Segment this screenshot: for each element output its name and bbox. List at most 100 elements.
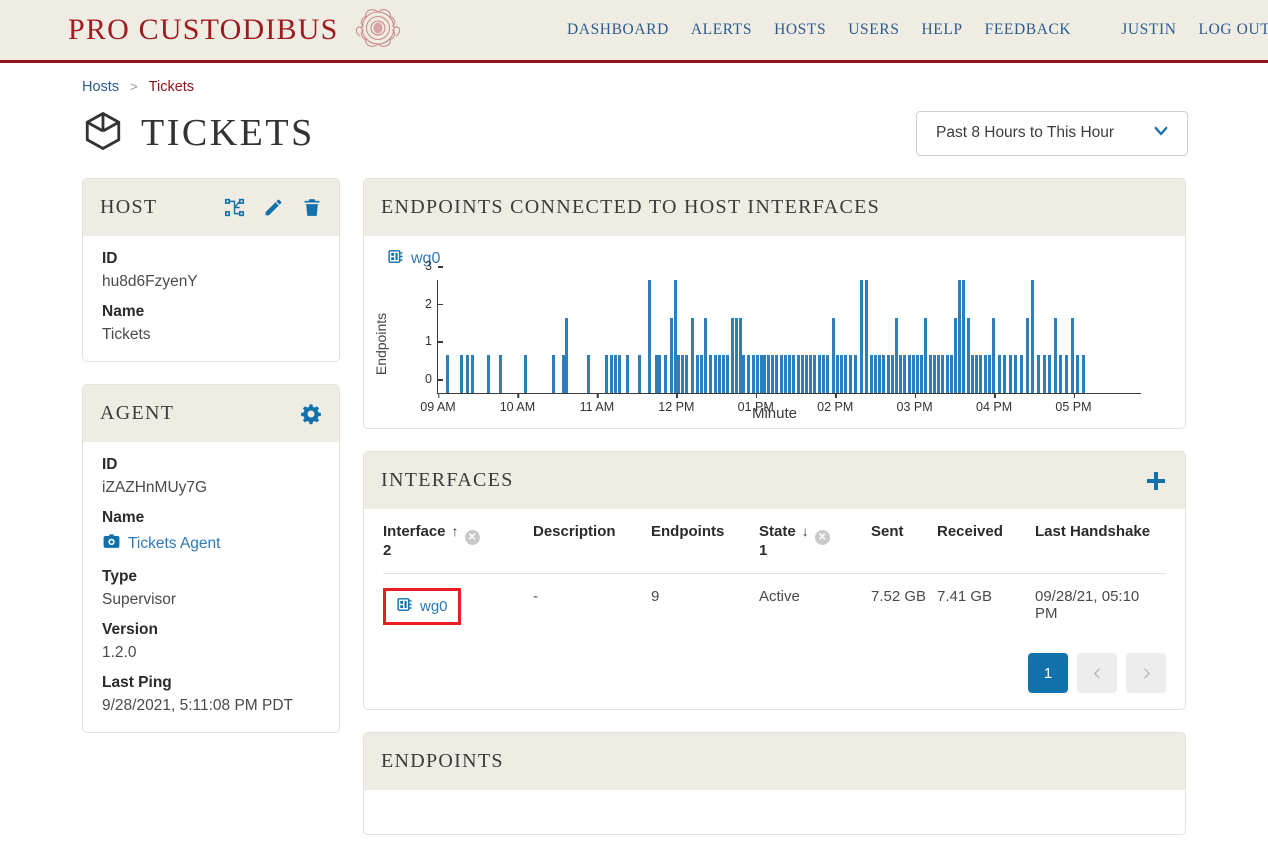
nav-item-help[interactable]: HELP — [910, 21, 973, 39]
nav-item-alerts[interactable]: ALERTS — [680, 21, 763, 39]
chart-card-header: ENDPOINTS CONNECTED TO HOST INTERFACES — [364, 179, 1185, 236]
chart-bar — [617, 355, 621, 393]
nav-item-feedback[interactable]: FEEDBACK — [974, 21, 1083, 39]
chart-bar — [916, 355, 920, 393]
chart-bar — [796, 355, 800, 393]
chart-bar — [928, 355, 932, 393]
nav-item-hosts[interactable]: HOSTS — [763, 21, 837, 39]
sort-descending-icon[interactable]: ↓ — [802, 523, 809, 539]
chart-bar — [800, 355, 804, 393]
trash-delete-icon[interactable] — [302, 197, 322, 218]
previous-page-button[interactable] — [1077, 653, 1117, 693]
chart-bar — [1025, 317, 1029, 393]
nav-item-logout[interactable]: LOG OUT — [1188, 21, 1268, 39]
page-title-row: TICKETS Past 8 Hours to This Hour — [82, 104, 1188, 162]
chart-bar — [882, 355, 886, 393]
chart-bar — [903, 355, 907, 393]
chart-bar — [609, 355, 613, 393]
chart-ytick: 2 — [425, 297, 443, 311]
time-range-select[interactable]: Past 8 Hours to This Hour — [916, 110, 1188, 156]
chart-bar — [1031, 280, 1035, 393]
column-last-handshake[interactable]: Last Handshake — [1035, 509, 1166, 574]
chart-bar — [1008, 355, 1012, 393]
column-sent[interactable]: Sent — [871, 509, 937, 574]
column-endpoints[interactable]: Endpoints — [651, 509, 759, 574]
chart-ytick: 1 — [425, 334, 443, 348]
chart-bar — [446, 355, 450, 393]
brand-name: PRO CUSTODIBUS — [68, 13, 339, 46]
interfaces-card-title: INTERFACES — [381, 469, 514, 491]
remove-interface-sort-icon[interactable]: ✕ — [464, 530, 480, 545]
chart-bar — [755, 355, 759, 393]
column-interface[interactable]: Interface 2 ↑ ✕ — [383, 509, 533, 574]
cell-last-handshake: 09/28/21, 05:10 PM — [1035, 588, 1140, 622]
chart-bar — [680, 355, 684, 393]
table-header-row: Interface 2 ↑ ✕ Description Endpoints St… — [383, 509, 1166, 574]
agent-name-label: Name — [102, 509, 145, 526]
column-interface-rank: 2 — [383, 542, 392, 559]
chart-bar — [669, 317, 673, 393]
chart-bar — [1003, 355, 1007, 393]
interfaces-card-header: INTERFACES — [364, 452, 1185, 509]
nav-item-user-justin[interactable]: JUSTIN — [1110, 21, 1187, 39]
column-description[interactable]: Description — [533, 509, 651, 574]
table-row: wg0 - 9 Active 7.52 GB 7.41 GB 09/28/21,… — [383, 574, 1166, 640]
chart-bar — [873, 355, 877, 393]
column-interface-label: Interface — [383, 523, 446, 540]
agent-id-value: iZAZHnMUy7G — [102, 479, 208, 496]
breadcrumb-hosts[interactable]: Hosts — [82, 79, 119, 95]
chart-bar — [911, 355, 915, 393]
interface-link-wg0[interactable]: wg0 — [383, 588, 461, 625]
agent-last-ping-label: Last Ping — [102, 674, 172, 691]
column-state[interactable]: State 1 ↓ ✕ — [759, 509, 871, 574]
chart-bar — [466, 355, 470, 393]
chart-bar — [958, 280, 962, 393]
brand-logo[interactable]: PRO CUSTODIBUS — [68, 5, 404, 56]
plus-add-icon[interactable] — [1144, 469, 1168, 493]
host-id-value: hu8d6FzyenY — [102, 273, 198, 290]
chart-bar — [604, 355, 608, 393]
agent-name-link[interactable]: Tickets Agent — [102, 532, 220, 556]
chart-bar — [966, 317, 970, 393]
chart-bar — [804, 355, 808, 393]
sort-ascending-icon[interactable]: ↑ — [452, 523, 459, 539]
chart-bar — [1065, 355, 1069, 393]
chart-bar — [869, 355, 873, 393]
agent-card-header: AGENT — [83, 385, 339, 442]
remove-state-sort-icon[interactable]: ✕ — [814, 530, 830, 545]
chart-bar — [1020, 355, 1024, 393]
agent-icon — [102, 532, 121, 556]
chart-bar — [835, 355, 839, 393]
chart-bar — [932, 355, 936, 393]
interface-chip-icon — [396, 596, 413, 617]
time-range-value: Past 8 Hours to This Hour — [936, 124, 1115, 141]
right-column: ENDPOINTS CONNECTED TO HOST INTERFACES w… — [363, 178, 1186, 857]
gear-icon[interactable] — [300, 403, 322, 425]
page-1-button[interactable]: 1 — [1028, 653, 1068, 693]
chart-bar — [779, 355, 783, 393]
main-content: HOST ID hu8d6FzyenY Name Tickets AGENT I… — [82, 178, 1188, 857]
nav-item-users[interactable]: USERS — [837, 21, 910, 39]
endpoints-card-title: ENDPOINTS — [381, 750, 504, 772]
column-endpoints-label: Endpoints — [651, 523, 725, 540]
chart-bar — [709, 355, 713, 393]
edit-pencil-icon[interactable] — [263, 197, 284, 218]
left-column: HOST ID hu8d6FzyenY Name Tickets AGENT I… — [82, 178, 340, 755]
chart-bar — [1081, 355, 1085, 393]
chart-bar — [459, 355, 463, 393]
agent-type-value: Supervisor — [102, 591, 177, 608]
chart-bar — [775, 355, 779, 393]
chart-bar — [587, 355, 591, 393]
endpoints-chart-card: ENDPOINTS CONNECTED TO HOST INTERFACES w… — [363, 178, 1186, 429]
host-card-title: HOST — [100, 196, 158, 218]
nav-item-dashboard[interactable]: DASHBOARD — [556, 21, 680, 39]
breadcrumb-separator: > — [130, 79, 138, 94]
chart-bar — [817, 355, 821, 393]
chart-bar — [1048, 355, 1052, 393]
pagination: 1 — [383, 639, 1166, 705]
chart-bar — [890, 355, 894, 393]
chart-bar — [844, 355, 848, 393]
next-page-button[interactable] — [1126, 653, 1166, 693]
column-received[interactable]: Received — [937, 509, 1035, 574]
network-graph-icon[interactable] — [224, 197, 245, 218]
